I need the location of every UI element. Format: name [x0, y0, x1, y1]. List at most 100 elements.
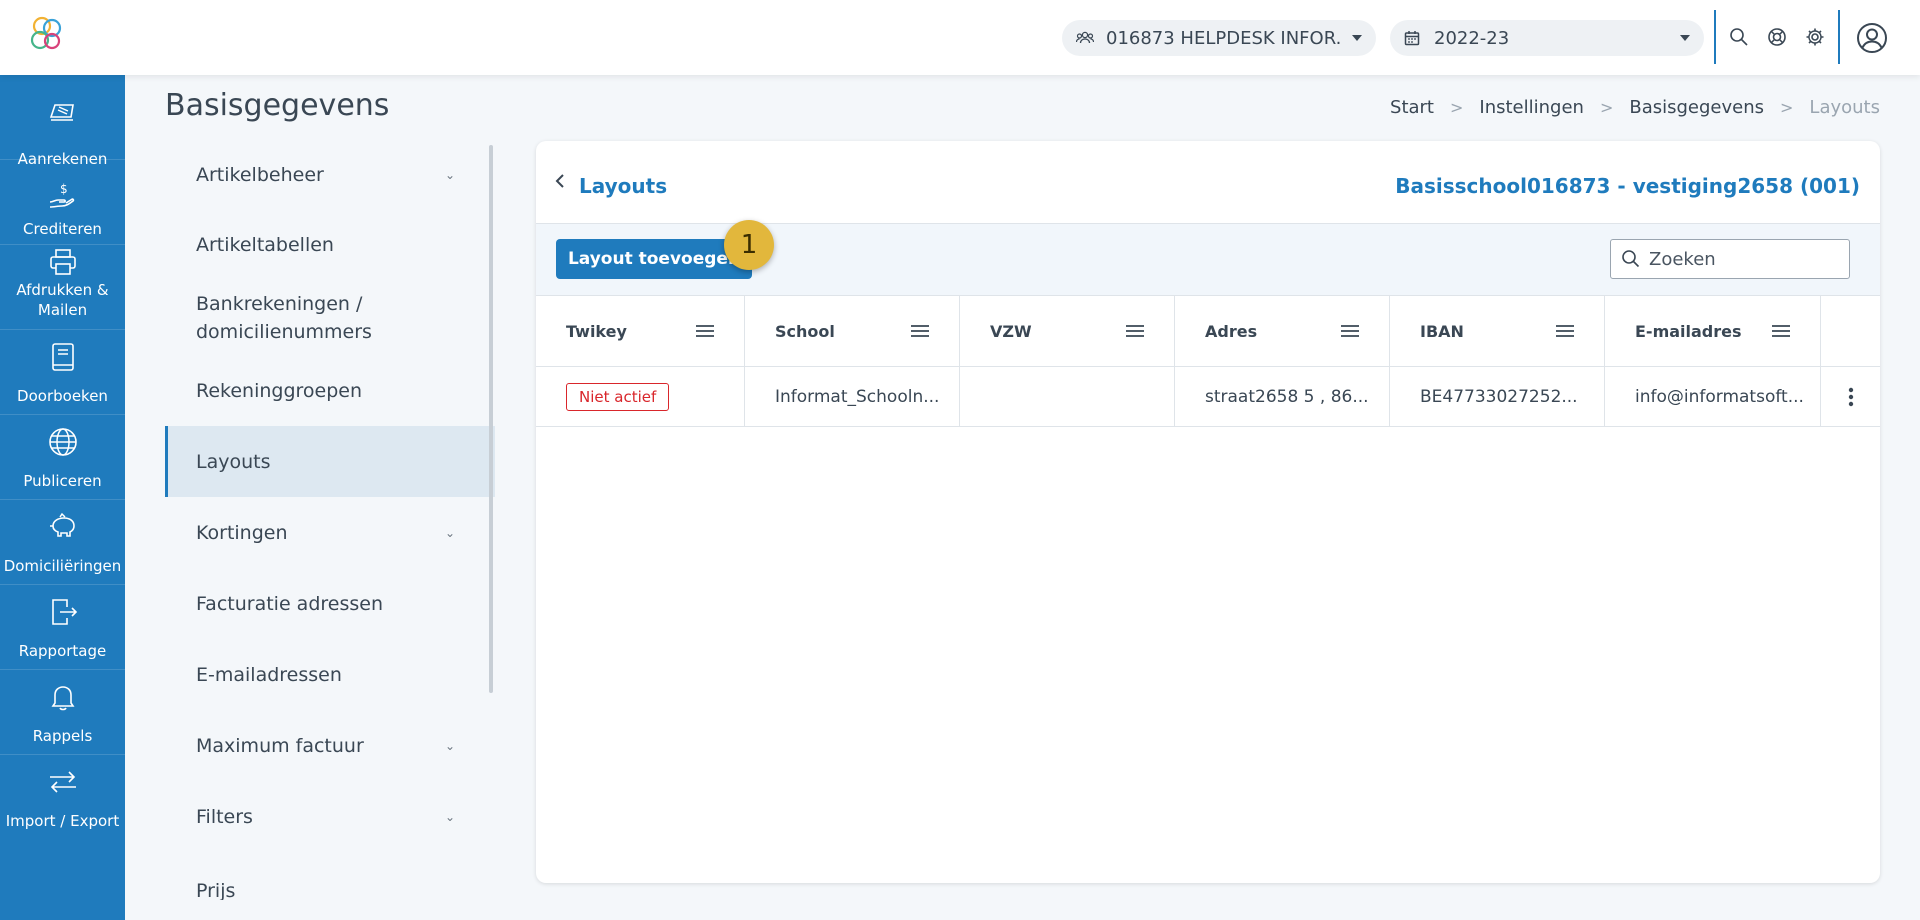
rail-item-label: Doorboeken	[17, 387, 108, 405]
subnav-item-layouts[interactable]: Layouts	[165, 426, 495, 497]
settings-subnav: Artikelbeheer ⌄ Artikeltabellen Bankreke…	[165, 140, 495, 900]
cell-adres: straat2658 5 , 86...	[1175, 367, 1390, 427]
rail-item-label: Afdrukken & Mailen	[16, 281, 109, 319]
invoice-icon	[49, 104, 74, 121]
hand-dollar-icon: $	[49, 182, 75, 208]
subnav-item-artikelbeheer[interactable]: Artikelbeheer ⌄	[165, 140, 495, 210]
subnav-item-maximum-factuur[interactable]: Maximum factuur ⌄	[165, 710, 495, 781]
search-field[interactable]	[1610, 239, 1850, 279]
school-selector[interactable]: 016873 HELPDESK INFOR...	[1062, 20, 1376, 56]
rail-item-rapportage[interactable]: Rapportage	[0, 585, 125, 670]
user-avatar-icon[interactable]	[1856, 22, 1888, 54]
subnav-item-e-mailadressen[interactable]: E-mailadressen	[165, 639, 495, 710]
column-header-actions	[1821, 296, 1880, 367]
column-header-label: Adres	[1205, 322, 1258, 341]
table-row[interactable]: Niet actief Informat_Schooln... straat26…	[536, 367, 1880, 427]
school-selector-label: 016873 HELPDESK INFOR...	[1106, 27, 1342, 49]
piggy-bank-icon	[50, 512, 75, 537]
rail-item-label: Import / Export	[5, 812, 120, 830]
gear-icon[interactable]	[1804, 26, 1826, 48]
search-icon[interactable]	[1728, 26, 1750, 48]
rail-item-afdrukken-mailen[interactable]: Afdrukken & Mailen	[0, 245, 125, 330]
rail-item-rappels[interactable]: Rappels	[0, 670, 125, 755]
year-selector[interactable]: 2022-23	[1390, 20, 1704, 56]
breadcrumb-start[interactable]: Start	[1390, 97, 1434, 118]
page-title: Basisgegevens	[165, 88, 390, 123]
subnav-item-filters[interactable]: Filters ⌄	[165, 781, 495, 852]
breadcrumb-current: Layouts	[1809, 97, 1880, 118]
search-input[interactable]	[1649, 248, 1839, 270]
rail-item-label: Crediteren	[23, 220, 102, 238]
column-menu-icon[interactable]	[1772, 324, 1790, 338]
year-selector-label: 2022-23	[1434, 27, 1510, 49]
column-header-e-mailadres[interactable]: E-mailadres	[1605, 296, 1821, 367]
app-logo[interactable]	[28, 14, 66, 54]
rail-item-domicilieringen[interactable]: Domiciliëringen	[0, 500, 125, 585]
status-badge: Niet actief	[566, 383, 670, 411]
rail-item-publiceren[interactable]: Publiceren	[0, 415, 125, 500]
step-badge: 1	[724, 220, 774, 270]
subnav-item-label: Artikelbeheer	[196, 164, 324, 186]
rail-item-crediteren[interactable]: $ Crediteren	[0, 160, 125, 245]
chevron-right-icon: >	[1599, 98, 1614, 117]
subnav-item-label: Facturatie adressen	[196, 592, 383, 615]
subnav-item-label: Bankrekeningen / domicilienummers	[196, 293, 372, 343]
calendar-icon	[1404, 29, 1422, 47]
rail-item-doorboeken[interactable]: Doorboeken	[0, 330, 125, 415]
rail-item-import-export[interactable]: Import / Export	[0, 755, 125, 840]
subnav-item-artikeltabellen[interactable]: Artikeltabellen	[165, 210, 495, 280]
subnav-item-bankrekeningen[interactable]: Bankrekeningen / domicilienummers	[165, 280, 495, 356]
add-layout-button[interactable]: Layout toevoegen	[556, 239, 752, 279]
chevron-left-icon[interactable]	[550, 171, 570, 191]
subnav-item-label: Artikeltabellen	[196, 234, 334, 256]
divider	[1714, 10, 1716, 64]
column-menu-icon[interactable]	[1341, 324, 1359, 338]
breadcrumb-instellingen[interactable]: Instellingen	[1479, 97, 1584, 118]
breadcrumb: Start > Instellingen > Basisgegevens > L…	[1390, 97, 1880, 118]
cell-twikey: Niet actief	[536, 367, 745, 427]
column-header-label: School	[775, 322, 835, 341]
column-menu-icon[interactable]	[1556, 324, 1574, 338]
subnav-scrollbar[interactable]	[489, 145, 493, 693]
bell-icon	[51, 686, 75, 711]
column-header-vzw[interactable]: VZW	[960, 296, 1175, 367]
search-icon	[1622, 250, 1640, 268]
subnav-item-facturatie-adressen[interactable]: Facturatie adressen	[165, 568, 495, 639]
subnav-item-label: Maximum factuur	[196, 734, 364, 757]
table-header: Twikey School VZW Adres IBAN E-mailadres	[536, 296, 1880, 367]
card-header: Layouts Basisschool016873 - vestiging265…	[536, 141, 1880, 224]
rail-item-aanrekenen[interactable]: Aanrekenen	[0, 75, 125, 168]
caret-down-icon	[1680, 35, 1690, 41]
caret-down-icon	[1352, 35, 1362, 41]
column-header-adres[interactable]: Adres	[1175, 296, 1390, 367]
subnav-item-rekeninggroepen[interactable]: Rekeninggroepen	[165, 356, 495, 426]
column-menu-icon[interactable]	[1126, 324, 1144, 338]
subnav-item-kortingen[interactable]: Kortingen ⌄	[165, 497, 495, 568]
cell-email: info@informatsoft...	[1605, 367, 1821, 427]
rail-item-label: Rappels	[32, 727, 93, 745]
column-header-label: E-mailadres	[1635, 322, 1742, 341]
breadcrumb-basisgegevens[interactable]: Basisgegevens	[1629, 97, 1764, 118]
column-header-twikey[interactable]: Twikey	[536, 296, 745, 367]
row-actions-menu[interactable]	[1821, 367, 1880, 427]
column-header-school[interactable]: School	[745, 296, 960, 367]
chevron-right-icon: >	[1780, 98, 1794, 117]
layouts-card: Layouts Basisschool016873 - vestiging265…	[536, 141, 1880, 883]
divider	[1838, 10, 1840, 64]
subnav-item-label: E-mailadressen	[196, 663, 342, 686]
globe-icon	[49, 428, 77, 456]
top-bar: 016873 HELPDESK INFOR... 2022-23	[0, 0, 1920, 75]
subnav-item-label: Rekeninggroepen	[196, 380, 363, 402]
cell-school: Informat_Schooln...	[745, 367, 960, 427]
svg-text:$: $	[60, 182, 68, 196]
column-menu-icon[interactable]	[696, 324, 714, 338]
column-header-iban[interactable]: IBAN	[1390, 296, 1605, 367]
column-menu-icon[interactable]	[911, 324, 929, 338]
subnav-item-label: Layouts	[196, 450, 271, 473]
help-lifebuoy-icon[interactable]	[1766, 26, 1788, 48]
subnav-item-label: Prijs	[196, 880, 236, 900]
chevron-down-icon: ⌄	[444, 525, 455, 540]
export-file-icon	[52, 599, 78, 625]
column-header-label: Twikey	[566, 322, 627, 341]
subnav-item-prijs[interactable]: Prijs	[165, 852, 495, 900]
